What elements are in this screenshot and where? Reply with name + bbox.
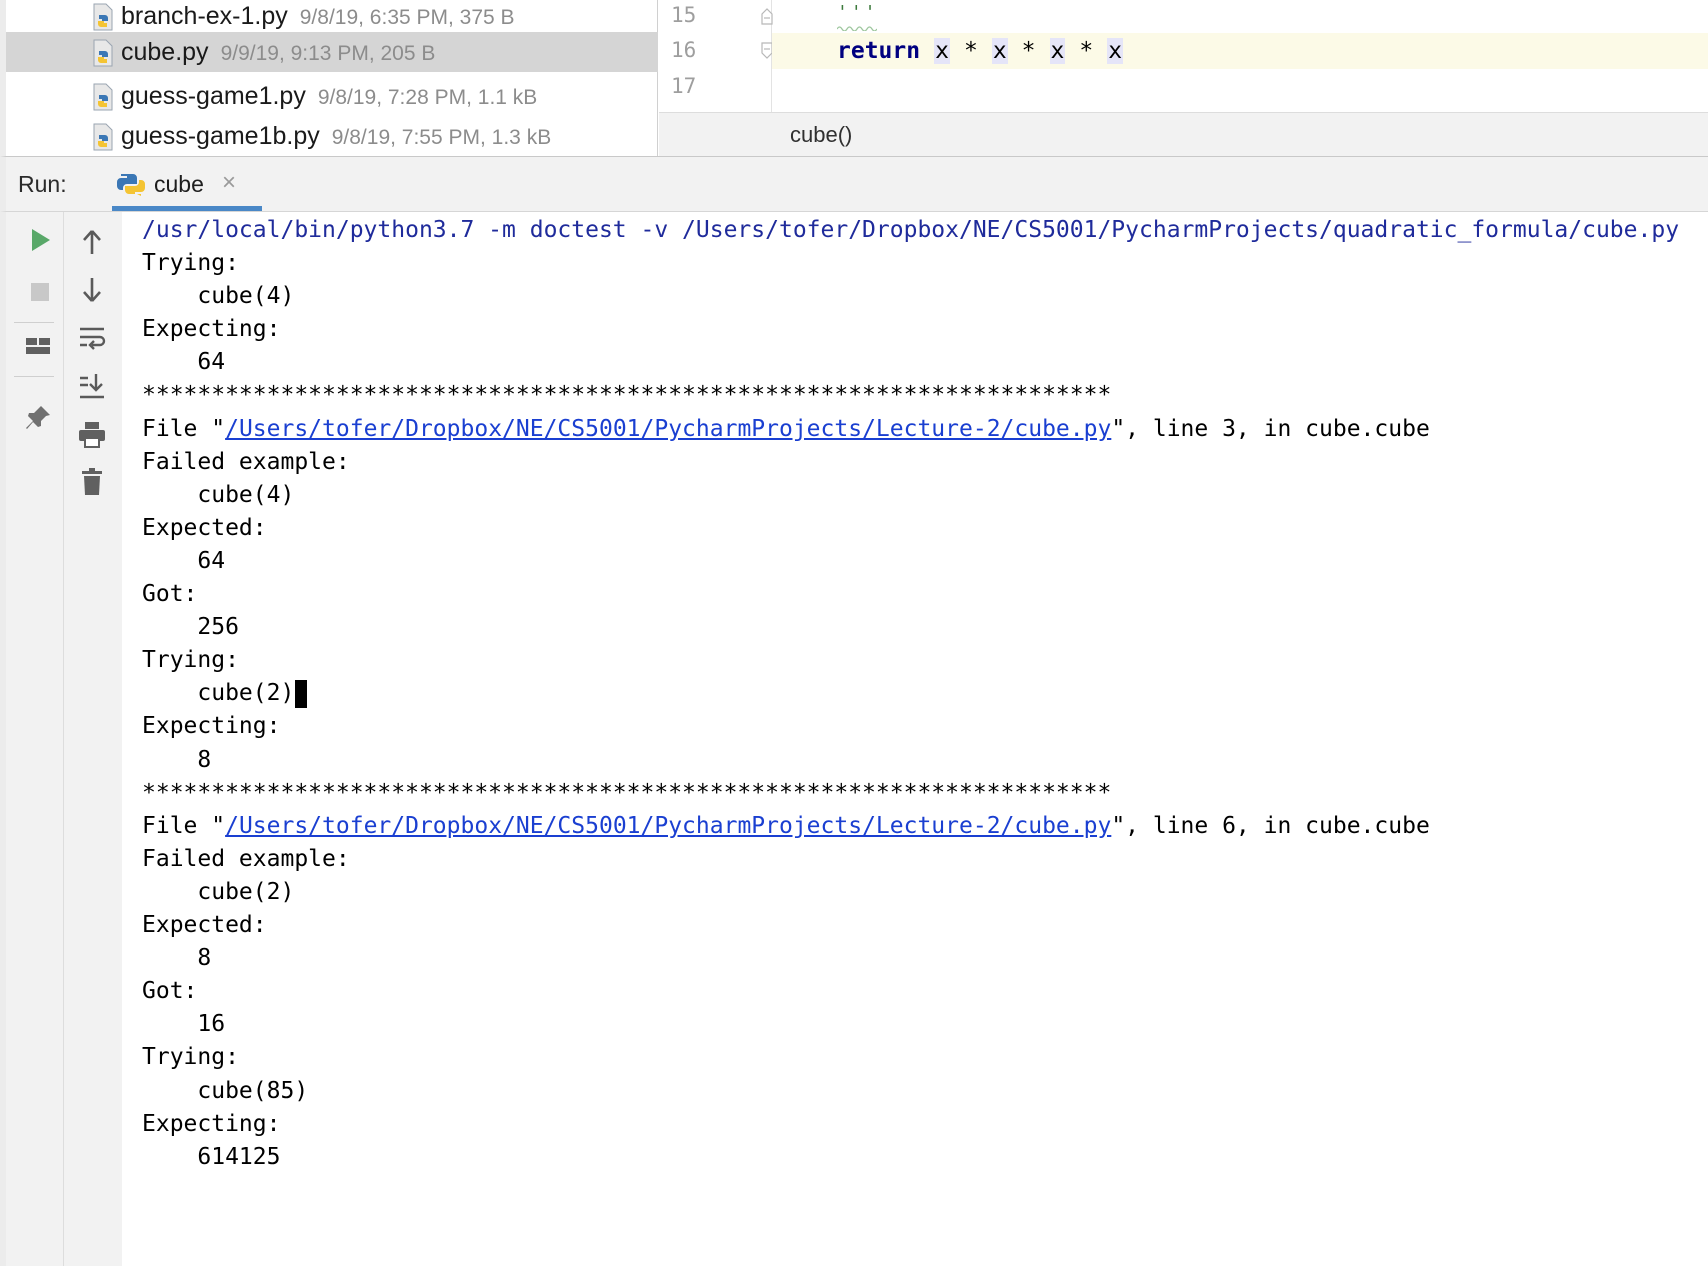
- console-output-line: 614125: [142, 1143, 281, 1170]
- layout-icon[interactable]: [22, 330, 54, 362]
- console-output-line: cube(85): [142, 1077, 309, 1104]
- line-number: 15: [671, 3, 697, 27]
- play-icon[interactable]: [24, 224, 56, 256]
- console-output-line: cube(2): [142, 675, 308, 711]
- console-output-line: Expecting:: [142, 316, 281, 343]
- console-output-line: 256: [142, 614, 239, 641]
- code-line-15[interactable]: ''': [772, 0, 1708, 30]
- file-name: guess-game1b.py: [121, 121, 320, 150]
- code-token: x: [934, 38, 950, 64]
- code-line-16[interactable]: return x * x * x * x: [772, 33, 1708, 69]
- file-meta: 9/8/19, 6:35 PM, 375 B: [299, 5, 515, 29]
- python-file-icon: [93, 83, 113, 111]
- code-token: *: [1079, 38, 1094, 64]
- text-caret: [295, 679, 308, 708]
- toolbar-separator: [14, 376, 54, 377]
- console-output-line: cube(2): [142, 878, 295, 905]
- arrow-up-icon[interactable]: [76, 226, 108, 258]
- tab-cube[interactable]: cube ×: [112, 157, 262, 211]
- python-file-icon: [93, 123, 113, 151]
- code-line-17[interactable]: [772, 69, 1708, 105]
- console-output-line: 64: [142, 547, 226, 574]
- code-editor[interactable]: 15 16 17 ''' return x * x * x * x: [659, 0, 1708, 112]
- file-ref-suffix: ", line 6, in cube.cube: [1111, 812, 1430, 839]
- console-output-line: cube(4): [142, 283, 295, 310]
- console-output-line: cube(4): [142, 481, 295, 508]
- file-meta: 9/8/19, 7:55 PM, 1.3 kB: [331, 125, 552, 149]
- run-tool-window-header: Run: cube ×: [0, 156, 1708, 212]
- file-ref-suffix: ", line 3, in cube.cube: [1111, 415, 1430, 442]
- code-token: x: [1049, 38, 1066, 64]
- console-output-line: Failed example:: [142, 448, 350, 475]
- python-icon: [117, 174, 145, 196]
- line-number: 16: [671, 38, 697, 62]
- console-output-line: Expected:: [142, 514, 267, 541]
- file-name: branch-ex-1.py: [121, 1, 288, 30]
- line-number: 17: [671, 74, 697, 98]
- file-name: guess-game1.py: [121, 81, 306, 110]
- active-tab-indicator: [112, 206, 262, 211]
- arrow-down-icon[interactable]: [76, 274, 108, 306]
- file-item-guess-game1[interactable]: guess-game1.py 9/8/19, 7:28 PM, 1.1 kB: [6, 76, 658, 116]
- console-output-line: Expecting:: [142, 1110, 281, 1137]
- run-label: Run:: [18, 171, 67, 197]
- file-meta: 9/8/19, 7:28 PM, 1.1 kB: [317, 85, 538, 109]
- python-file-icon: [93, 3, 113, 31]
- console-output-line: Expecting:: [142, 713, 281, 740]
- tab-label: cube: [154, 171, 204, 197]
- editor-gutter: 15 16 17: [659, 0, 773, 112]
- file-path-link[interactable]: /Users/tofer/Dropbox/NE/CS5001/PycharmPr…: [225, 416, 1111, 442]
- project-file-list: branch-ex-1.py 9/8/19, 6:35 PM, 375 B cub…: [0, 0, 658, 156]
- console-output-line: 16: [142, 1011, 226, 1038]
- file-item-branch-ex-1[interactable]: branch-ex-1.py 9/8/19, 6:35 PM, 375 B: [6, 0, 658, 36]
- run-console-output[interactable]: /usr/local/bin/python3.7 -m doctest -v /…: [122, 212, 1708, 1266]
- console-output-line: Trying:: [142, 647, 239, 674]
- console-output-line: Trying:: [142, 1044, 239, 1071]
- close-icon[interactable]: ×: [222, 169, 236, 197]
- pin-icon[interactable]: [22, 402, 54, 434]
- file-path-link[interactable]: /Users/tofer/Dropbox/NE/CS5001/PycharmPr…: [225, 813, 1111, 839]
- soft-wrap-icon[interactable]: [76, 322, 108, 354]
- console-file-reference: File "/Users/tofer/Dropbox/NE/CS5001/Pyc…: [142, 411, 1430, 447]
- console-output-line: Got:: [142, 978, 198, 1005]
- breadcrumb-function[interactable]: cube(): [790, 122, 852, 148]
- console-output-line: 8: [142, 945, 212, 972]
- console-output-line: Failed example:: [142, 845, 350, 872]
- file-ref-prefix: File ": [142, 415, 226, 442]
- return-keyword: return: [837, 38, 921, 64]
- code-token: *: [963, 38, 978, 64]
- file-item-cube[interactable]: cube.py 9/9/19, 9:13 PM, 205 B: [6, 32, 658, 72]
- file-ref-prefix: File ": [142, 812, 226, 839]
- console-output-line: 64: [142, 349, 226, 376]
- trash-icon[interactable]: [76, 466, 108, 498]
- console-command-line: /usr/local/bin/python3.7 -m doctest -v /…: [142, 217, 1680, 243]
- docstring-close: ''': [837, 1, 879, 23]
- scroll-to-end-icon[interactable]: [76, 370, 108, 402]
- console-output-line: Expected:: [142, 912, 267, 938]
- console-output-line: 8: [142, 746, 212, 773]
- console-file-reference: File "/Users/tofer/Dropbox/NE/CS5001/Pyc…: [142, 808, 1430, 844]
- file-meta: 9/9/19, 9:13 PM, 205 B: [220, 41, 436, 65]
- print-icon[interactable]: [76, 418, 108, 450]
- console-output-line: Got:: [142, 581, 198, 607]
- breadcrumb: cube(): [659, 112, 1708, 156]
- console-output-line: ****************************************…: [142, 382, 1112, 409]
- file-item-guess-game1b[interactable]: guess-game1b.py 9/8/19, 7:55 PM, 1.3 kB: [6, 116, 658, 156]
- toolbar-separator: [14, 322, 54, 323]
- run-actions-toolbar: [0, 212, 64, 1266]
- stop-icon[interactable]: [24, 276, 56, 308]
- python-file-icon: [93, 39, 113, 67]
- code-token: x: [991, 38, 1008, 64]
- code-token: x: [1107, 38, 1124, 64]
- file-name: cube.py: [121, 37, 209, 66]
- console-output-line: Trying:: [142, 250, 239, 276]
- console-output-line: ****************************************…: [142, 779, 1112, 806]
- spellcheck-squiggle: [837, 26, 877, 31]
- code-token: *: [1021, 38, 1036, 64]
- console-actions-toolbar: [64, 212, 122, 1266]
